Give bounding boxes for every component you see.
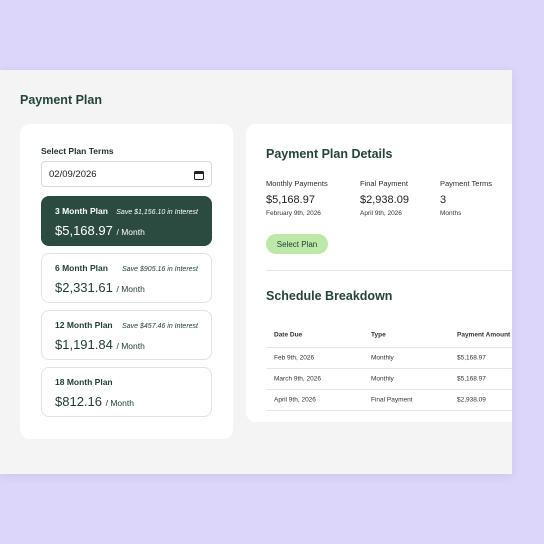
metric-label: Payment Terms bbox=[440, 179, 492, 188]
plan-option-6-month[interactable]: 6 Month Plan Save $905.16 in Interest $2… bbox=[41, 253, 212, 303]
details-title: Payment Plan Details bbox=[266, 147, 393, 161]
plan-option-3-month[interactable]: 3 Month Plan Save $1,156.10 in Interest … bbox=[41, 196, 212, 246]
metric-monthly-payments: Monthly Payments $5,168.97 February 9th,… bbox=[266, 179, 328, 217]
select-plan-button[interactable]: Select Plan bbox=[266, 234, 328, 254]
date-value: 02/09/2026 bbox=[49, 168, 97, 180]
table-row: April 9th, 2026 Final Payment $2,938.09 bbox=[266, 390, 512, 411]
plan-price: $812.16 bbox=[55, 394, 102, 409]
cell-type: Monthly bbox=[371, 375, 394, 383]
header-type: Type bbox=[371, 331, 386, 338]
cell-date: March 9th, 2026 bbox=[274, 375, 321, 383]
plan-price: $5,168.97 bbox=[55, 223, 113, 238]
plan-name: 18 Month Plan bbox=[55, 377, 113, 387]
table-header-row: Date Due Type Payment Amount bbox=[266, 322, 512, 348]
plan-details-card: Payment Plan Details Monthly Payments $5… bbox=[246, 124, 512, 422]
cell-date: April 9th, 2026 bbox=[274, 396, 316, 404]
page-title: Payment Plan bbox=[20, 93, 102, 107]
payment-plan-window: Payment Plan Select Plan Terms 02/09/202… bbox=[0, 70, 512, 474]
schedule-title: Schedule Breakdown bbox=[266, 289, 393, 303]
plan-savings: Save $457.46 in Interest bbox=[122, 323, 198, 330]
metric-label: Final Payment bbox=[360, 179, 408, 188]
metric-value: $5,168.97 bbox=[266, 194, 315, 206]
plan-per: / Month bbox=[116, 341, 145, 351]
plan-per: / Month bbox=[105, 398, 134, 408]
plan-terms-card: Select Plan Terms 02/09/2026 3 Month Pla… bbox=[20, 124, 233, 439]
metric-payment-terms: Payment Terms 3 Months bbox=[440, 179, 492, 217]
metric-final-payment: Final Payment $2,938.09 April 9th, 2026 bbox=[360, 179, 409, 217]
plan-savings: Save $905.16 in Interest bbox=[122, 266, 198, 273]
calendar-icon[interactable] bbox=[194, 170, 204, 180]
plan-price: $1,191.84 bbox=[55, 337, 113, 352]
plan-name: 6 Month Plan bbox=[55, 263, 108, 273]
divider bbox=[266, 270, 512, 271]
plan-terms-label: Select Plan Terms bbox=[41, 146, 114, 156]
table-row: March 9th, 2026 Monthly $5,168.97 bbox=[266, 369, 512, 390]
plan-per: / Month bbox=[116, 284, 145, 294]
metric-label: Monthly Payments bbox=[266, 179, 328, 188]
cell-amount: $5,168.97 bbox=[457, 375, 486, 383]
plan-option-18-month[interactable]: 18 Month Plan $812.16 / Month bbox=[41, 367, 212, 417]
metric-sub: April 9th, 2026 bbox=[360, 210, 402, 217]
cell-date: Feb 9th, 2026 bbox=[274, 354, 315, 362]
metric-sub: Months bbox=[440, 210, 462, 217]
schedule-table: Date Due Type Payment Amount Feb 9th, 20… bbox=[266, 322, 512, 411]
cell-amount: $5,168.97 bbox=[457, 354, 486, 362]
plan-name: 12 Month Plan bbox=[55, 320, 113, 330]
cell-amount: $2,938.09 bbox=[457, 396, 486, 404]
table-row: Feb 9th, 2026 Monthly $5,168.97 bbox=[266, 348, 512, 369]
plan-option-12-month[interactable]: 12 Month Plan Save $457.46 in Interest $… bbox=[41, 310, 212, 360]
header-date-due: Date Due bbox=[274, 331, 303, 338]
cell-type: Monthly bbox=[371, 354, 394, 362]
metric-value: 3 bbox=[440, 194, 447, 206]
plan-date-input[interactable]: 02/09/2026 bbox=[41, 161, 212, 187]
plan-per: / Month bbox=[116, 227, 145, 237]
plan-price: $2,331.61 bbox=[55, 280, 113, 295]
plan-savings: Save $1,156.10 in Interest bbox=[116, 209, 198, 216]
plan-name: 3 Month Plan bbox=[55, 206, 108, 216]
header-payment-amount: Payment Amount bbox=[457, 331, 511, 338]
cell-type: Final Payment bbox=[371, 396, 413, 404]
metric-value: $2,938.09 bbox=[360, 194, 409, 206]
metric-sub: February 9th, 2026 bbox=[266, 210, 321, 217]
